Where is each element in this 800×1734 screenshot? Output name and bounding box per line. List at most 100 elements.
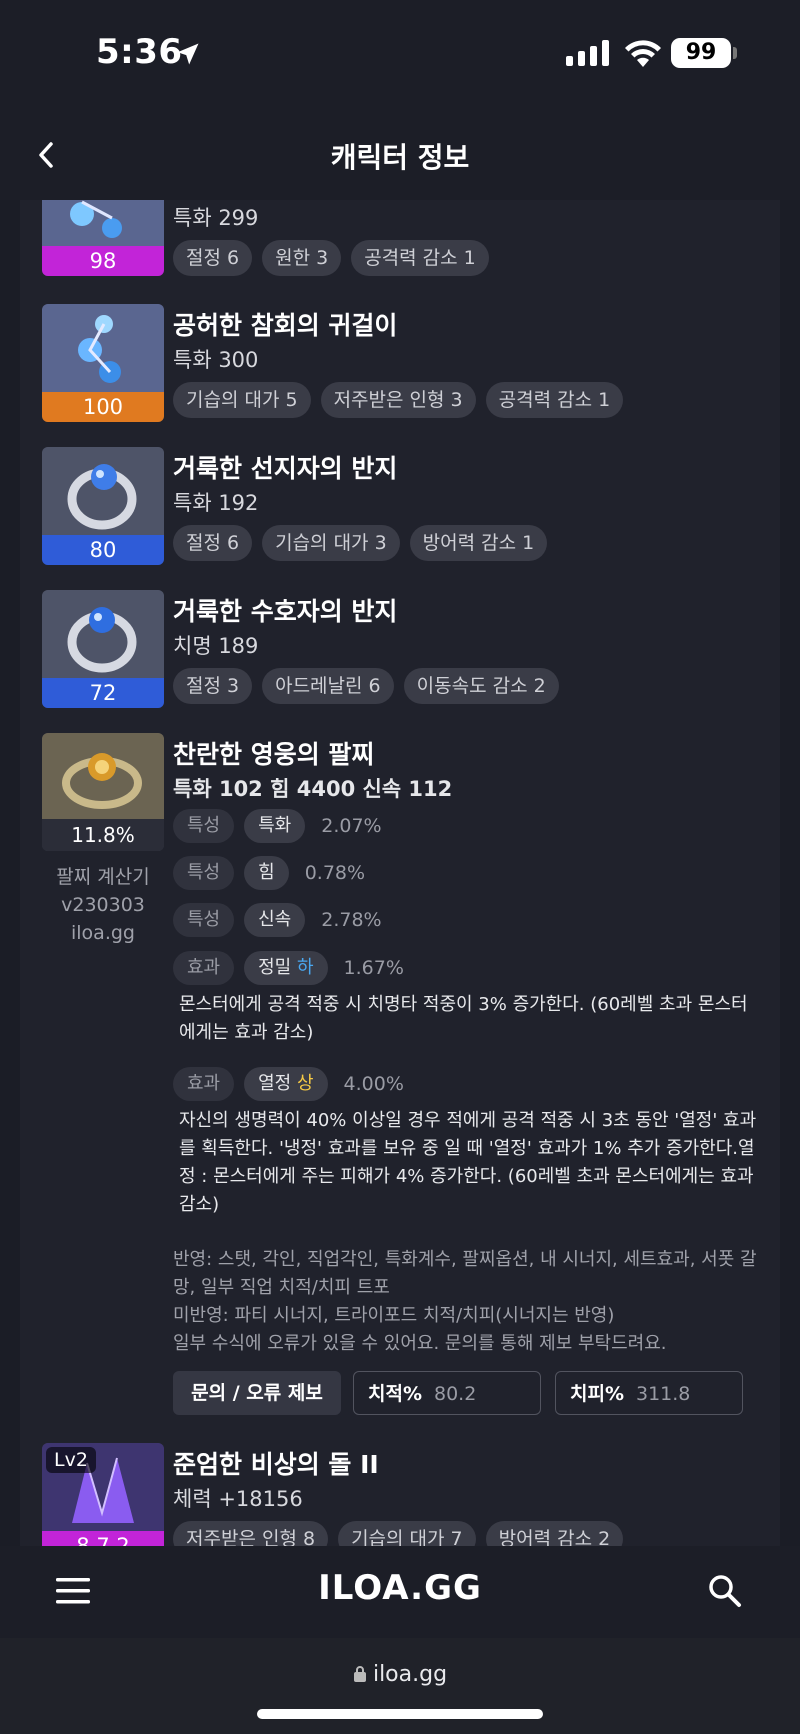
trait-value: 2.07%	[321, 815, 382, 837]
bracelet-stats: 특화 102 힘 4400 신속 112	[173, 777, 453, 801]
url-text: iloa.gg	[372, 1662, 448, 1687]
stone-levels: 8 7 2	[42, 1531, 164, 1546]
effect-grade: 하	[296, 957, 314, 978]
effect-value: 4.00%	[343, 1073, 404, 1095]
effect-label: 열정 상	[244, 1067, 328, 1101]
home-indicator[interactable]	[257, 1709, 543, 1719]
ring-thumbnail: 72	[42, 590, 164, 708]
calc-note-disclaimer: 일부 수식에 오류가 있을 수 있어요. 문의를 통해 제보 부탁드려요.	[173, 1333, 667, 1354]
site-logo[interactable]: ILOA.GG	[0, 1568, 800, 1608]
report-error-button[interactable]: 문의 / 오류 제보	[173, 1371, 341, 1415]
calc-title: 팔찌 계산기	[56, 866, 150, 888]
browser-url-bar[interactable]: iloa.gg	[0, 1638, 800, 1734]
calc-note-applied: 반영: 스탯, 각인, 직업각인, 특화계수, 팔찌옵션, 내 시너지, 세트효…	[173, 1249, 757, 1298]
effect-description: 몬스터에게 공격 적중 시 치명타 적중이 3% 증가한다. (60레벨 초과 …	[179, 994, 748, 1043]
engraving-chip: 원한 3	[262, 240, 342, 276]
effect-type: 효과	[173, 951, 235, 985]
effect-row: 효과 정밀 하 1.67%	[173, 951, 404, 985]
effect-name: 정밀	[258, 957, 292, 978]
quality-value: 98	[42, 246, 164, 276]
trait-label: 특화	[244, 809, 306, 843]
item-name: 거룩한 수호자의 반지	[173, 597, 398, 626]
page-header: 캐릭터 정보	[0, 110, 800, 200]
quality-value: 72	[42, 678, 164, 708]
engraving-chip: 공격력 감소 1	[351, 240, 489, 276]
engraving-chips: 기습의 대가 5 저주받은 인형 3 공격력 감소 1	[173, 382, 624, 418]
search-icon[interactable]	[708, 1574, 742, 1608]
engraving-chip: 방어력 감소 1	[409, 525, 548, 561]
trait-value: 0.78%	[304, 862, 366, 884]
bracelet-thumbnail: 11.8%	[42, 733, 164, 851]
item-stat: 특화 192	[173, 491, 259, 515]
ring-icon	[42, 447, 164, 535]
trait-row: 특성 힘 0.78%	[173, 856, 365, 890]
bottom-nav: ILOA.GG	[0, 1546, 800, 1638]
engraving-chips: 절정 3 아드레날린 6 이동속도 감소 2	[173, 668, 559, 704]
quality-value: 80	[42, 535, 164, 565]
wifi-icon	[625, 40, 661, 67]
trait-value: 2.78%	[321, 909, 382, 931]
item-name: 거룩한 선지자의 반지	[173, 454, 398, 483]
effect-name: 열정	[258, 1073, 292, 1094]
effect-grade: 상	[296, 1073, 314, 1094]
effect-label: 정밀 하	[244, 951, 328, 985]
trait-type: 특성	[173, 903, 235, 937]
lock-icon	[353, 1666, 366, 1682]
crit-rate-value: 80.2	[434, 1383, 477, 1405]
engraving-chip: 기습의 대가 3	[262, 525, 400, 561]
engraving-chip: 절정 3	[173, 668, 253, 704]
engraving-chip: 이동속도 감소 2	[403, 668, 559, 704]
engraving-chips: 절정 6 원한 3 공격력 감소 1	[173, 240, 489, 276]
item-stat: 체력 +18156	[173, 1487, 303, 1511]
engraving-chips: 절정 6 기습의 대가 3 방어력 감소 1	[173, 525, 548, 561]
battery-indicator: 99	[671, 38, 731, 68]
engraving-chip: 기습의 대가 5	[173, 382, 311, 418]
engraving-chip: 절정 6	[173, 525, 253, 561]
item-stat: 특화 299	[173, 206, 259, 230]
quality-value: 100	[42, 392, 164, 422]
stone-thumbnail: 8 7 2 Lv2	[42, 1443, 164, 1546]
item-name: 준엄한 비상의 돌 II	[173, 1450, 379, 1479]
engraving-chip: 공격력 감소 1	[485, 382, 624, 418]
bracelet-percent: 11.8%	[42, 819, 164, 851]
engraving-chip: 방어력 감소 2	[485, 1521, 624, 1546]
ring-icon	[42, 590, 164, 678]
item-name: 공허한 참회의 귀걸이	[173, 311, 398, 340]
bracelet-calculator-info: 팔찌 계산기 v230303 iloa.gg	[42, 863, 164, 947]
trait-label: 힘	[244, 856, 289, 890]
trait-label: 신속	[244, 903, 306, 937]
item-stat: 특화 300	[173, 348, 259, 372]
crit-damage-field[interactable]: 치피% 311.8	[555, 1371, 743, 1415]
bracelet-icon	[42, 733, 164, 821]
url-display[interactable]: iloa.gg	[0, 1662, 800, 1687]
trait-row: 특성 신속 2.78%	[173, 903, 382, 937]
character-equipment-list[interactable]: 98 특화 299 절정 6 원한 3 공격력 감소 1 100 공허한 참회의…	[20, 200, 780, 1546]
effect-type: 효과	[173, 1067, 235, 1101]
engraving-chips: 저주받은 인형 8 기습의 대가 7 방어력 감소 2	[173, 1521, 624, 1546]
earring-icon	[42, 200, 164, 246]
effect-value: 1.67%	[343, 957, 404, 979]
earring-thumbnail: 98	[42, 200, 164, 276]
item-stat: 치명 189	[173, 634, 259, 658]
trait-row: 특성 특화 2.07%	[173, 809, 382, 843]
stone-level-badge: Lv2	[46, 1447, 96, 1473]
engraving-chip: 절정 6	[173, 240, 253, 276]
crit-damage-label: 치피%	[570, 1383, 624, 1405]
calc-version: v230303	[61, 894, 145, 916]
status-time: 5:36	[96, 32, 183, 72]
calc-note-excluded: 미반영: 파티 시너지, 트라이포드 치적/치피(시너지는 반영)	[173, 1305, 615, 1326]
earring-icon	[42, 304, 164, 392]
effect-row: 효과 열정 상 4.00%	[173, 1067, 404, 1101]
item-name: 찬란한 영웅의 팔찌	[173, 740, 375, 769]
calc-site: iloa.gg	[71, 922, 135, 944]
ring-thumbnail: 80	[42, 447, 164, 565]
engraving-chip: 기습의 대가 7	[338, 1521, 476, 1546]
battery-tip	[733, 47, 737, 59]
location-arrow-icon	[177, 43, 199, 65]
cellular-signal-icon	[566, 40, 609, 66]
crit-rate-field[interactable]: 치적% 80.2	[353, 1371, 541, 1415]
crit-damage-value: 311.8	[636, 1383, 691, 1405]
crit-rate-label: 치적%	[368, 1383, 422, 1405]
engraving-chip: 저주받은 인형 8	[173, 1521, 329, 1546]
page-title: 캐릭터 정보	[330, 141, 470, 174]
